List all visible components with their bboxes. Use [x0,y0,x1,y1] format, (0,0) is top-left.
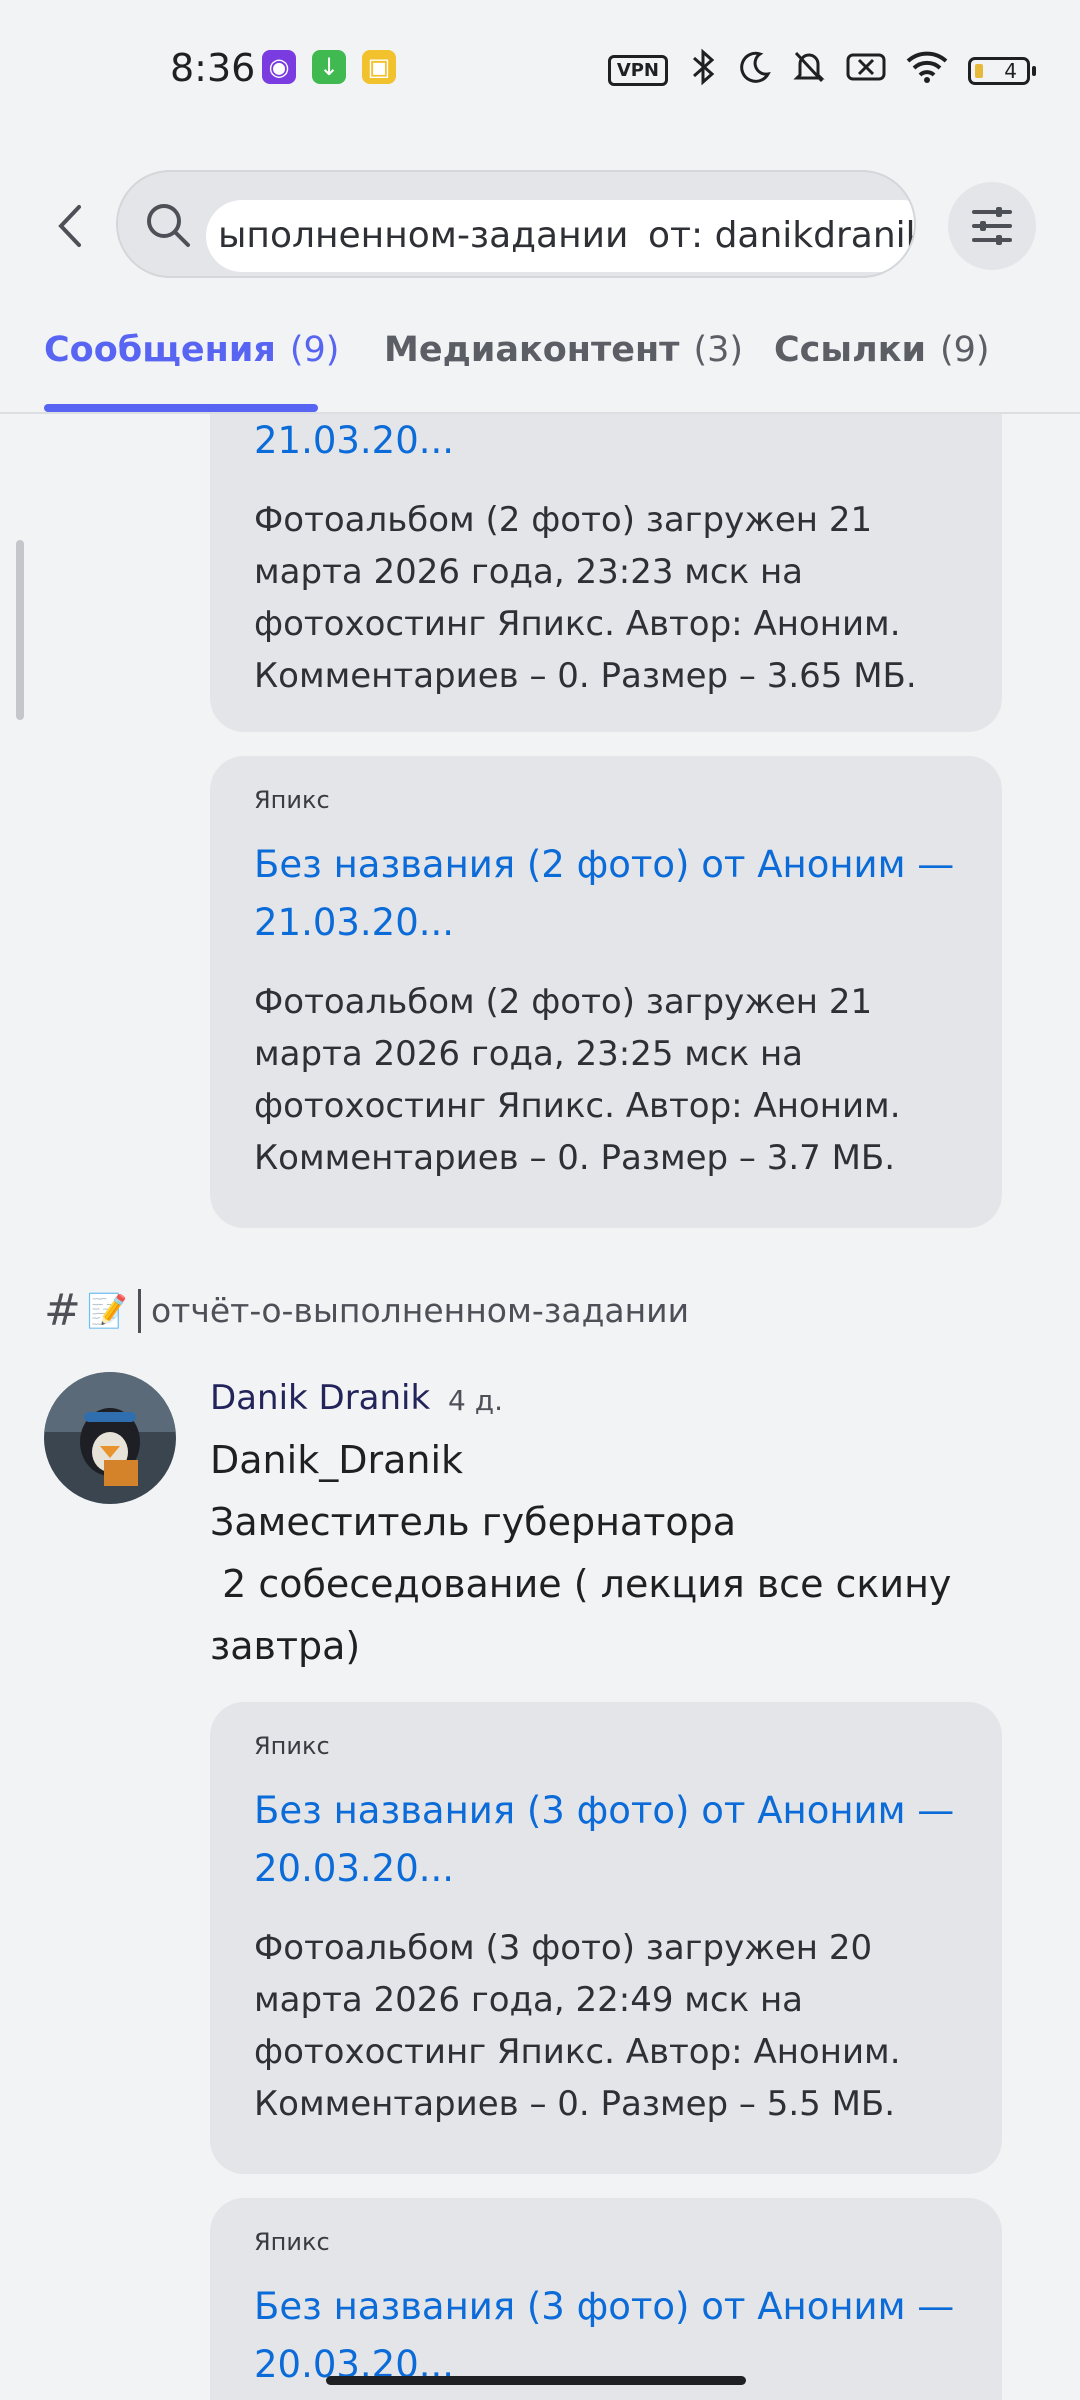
bluetooth-icon [688,48,718,93]
embed-provider[interactable]: Япикс [254,2228,958,2256]
results-list[interactable]: 21.03.20... Фотоальбом (2 фото) загружен… [0,414,1080,2400]
channel-header[interactable]: # 📝 отчёт-о-выполненном-задании [44,1285,689,1336]
embed-description: Фотоальбом (2 фото) загружен 21 марта 20… [254,500,917,696]
tab-media-label: Медиаконтент [384,330,680,370]
message-text-line: завтра) [210,1624,361,1668]
message-text-line: 2 собеседование ( лекция все скину [210,1562,952,1606]
download-app-icon: ↓ [312,50,346,84]
bell-off-icon [792,49,826,92]
moon-icon [738,50,772,91]
message-text-line: Заместитель губернатора [210,1500,737,1544]
message-author[interactable]: Danik Dranik [210,1378,430,1418]
embed-title[interactable]: 21.03.20... [254,414,958,470]
search-chip-author-label: от: danikdranik5 [648,215,914,256]
tab-messages[interactable]: Сообщения (9) [44,330,339,370]
message-timestamp: 4 д. [448,1384,503,1417]
vpn-icon: VPN [607,55,668,86]
embed-description: Фотоальбом (3 фото) загружен 20 марта 20… [254,1928,901,2124]
tab-messages-count: (9) [289,330,340,370]
message-text-line: Danik_Dranik [210,1438,464,1482]
search-chip-author[interactable]: от: danikdranik5 [626,200,914,272]
embed-provider[interactable]: Япикс [254,786,958,814]
channel-hash-icon: # [44,1285,81,1336]
status-bar: 8:36 ◉ ↓ ▣ VPN 4 [0,0,1080,140]
home-indicator[interactable] [326,2376,746,2385]
filter-button[interactable] [948,182,1036,270]
sliders-icon [972,207,1012,245]
embed-title[interactable]: Без названия (3 фото) от Аноним — 20.03.… [254,1782,958,1898]
tab-media[interactable]: Медиаконтент (3) [384,330,743,370]
sim-off-icon [846,51,886,90]
link-embed[interactable]: Япикс Без названия (3 фото) от Аноним — … [210,1702,1002,2174]
tab-links[interactable]: Ссылки (9) [774,330,990,370]
podcast-app-icon: ◉ [262,50,296,84]
avatar[interactable] [44,1372,176,1504]
link-embed[interactable]: 21.03.20... Фотоальбом (2 фото) загружен… [210,414,1002,732]
tab-links-label: Ссылки [774,330,926,370]
search-input[interactable]: ыполненном-задании от: danikdranik5 [116,170,916,278]
embed-provider[interactable]: Япикс [254,1732,958,1760]
embed-title[interactable]: Без названия (2 фото) от Аноним — 21.03.… [254,836,958,952]
search-icon [140,200,196,250]
channel-name: отчёт-о-выполненном-задании [150,1291,690,1330]
back-button[interactable] [40,196,100,256]
link-embed[interactable]: Япикс Без названия (2 фото) от Аноним — … [210,756,1002,1228]
tab-links-count: (9) [940,330,990,370]
active-tab-indicator [44,404,318,412]
scrollbar[interactable] [16,540,24,720]
tab-messages-label: Сообщения [44,330,276,370]
search-result-tabs: Сообщения (9) Медиаконтент (3) Ссылки (9) [0,320,1080,414]
battery-icon: 4 [968,56,1036,85]
embed-description: Фотоальбом (2 фото) загружен 21 марта 20… [254,982,901,1178]
wifi-icon [906,51,948,90]
channel-separator [137,1288,141,1333]
chevron-left-icon [58,205,81,247]
clock: 8:36 [170,46,256,90]
tab-media-count: (3) [693,330,744,370]
search-header: ыполненном-задании от: danikdranik5 [0,160,1080,290]
channel-emoji: 📝 [86,1290,128,1330]
search-chip-channel-label: ыполненном-задании [218,215,629,256]
battery-level: 4 [1004,58,1017,83]
wallet-app-icon: ▣ [362,50,396,84]
link-embed[interactable]: Япикс Без названия (3 фото) от Аноним — … [210,2198,1002,2400]
